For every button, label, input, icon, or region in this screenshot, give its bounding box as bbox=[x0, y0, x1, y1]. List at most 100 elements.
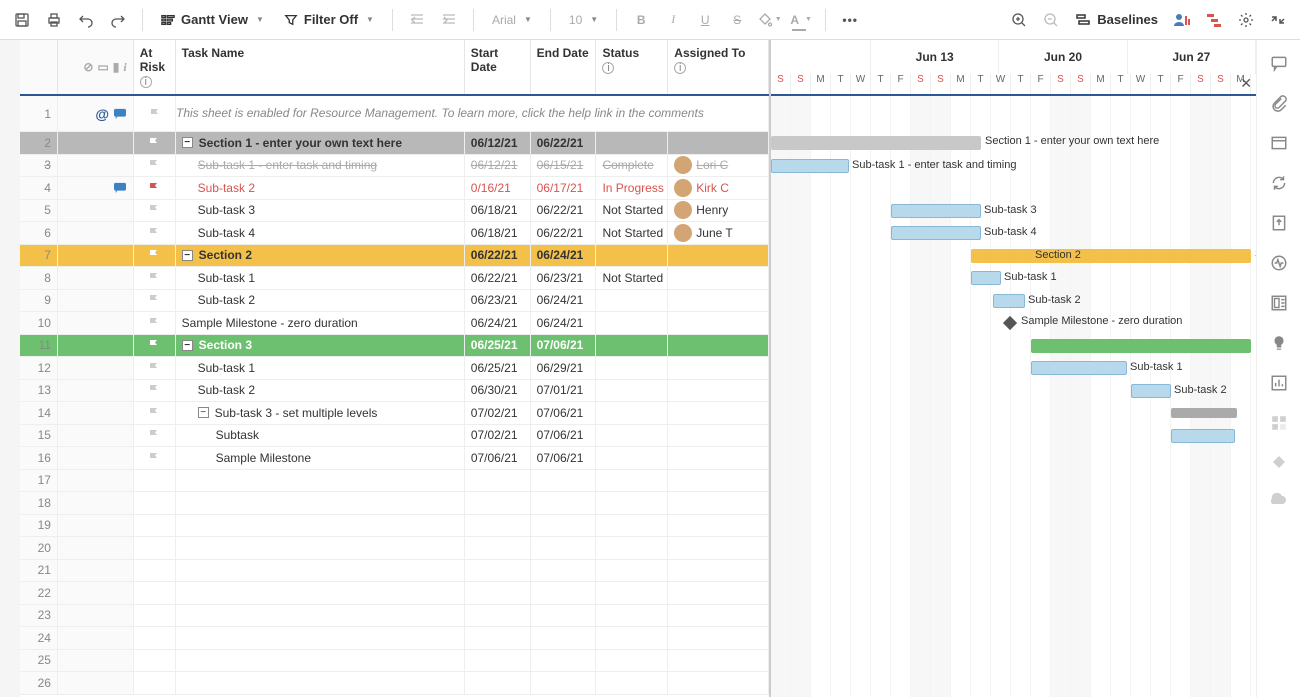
assign-cell[interactable] bbox=[668, 335, 769, 357]
end-cell[interactable]: 07/06/21 bbox=[531, 402, 597, 424]
startdate-header[interactable]: Start Date bbox=[465, 40, 531, 94]
row-number[interactable]: 11 bbox=[20, 335, 58, 357]
gantt-bar[interactable]: Section 2 bbox=[971, 249, 1251, 263]
assign-cell[interactable]: Henry bbox=[668, 200, 769, 222]
risk-flag-icon[interactable] bbox=[134, 96, 176, 131]
collapse-toggle-icon[interactable]: − bbox=[198, 407, 209, 418]
row-number[interactable]: 21 bbox=[20, 560, 58, 582]
task-cell[interactable] bbox=[176, 515, 465, 537]
view-dropdown[interactable]: Gantt View▼ bbox=[153, 6, 272, 34]
table-row[interactable]: 12Sub-task 106/25/2106/29/21 bbox=[20, 357, 769, 380]
end-cell[interactable]: 06/23/21 bbox=[531, 267, 597, 289]
row-number[interactable]: 6 bbox=[20, 222, 58, 244]
text-color-icon[interactable]: A▼ bbox=[787, 6, 815, 34]
assign-cell[interactable] bbox=[668, 312, 769, 334]
start-cell[interactable]: 06/12/21 bbox=[465, 155, 531, 177]
risk-flag-icon[interactable] bbox=[134, 267, 176, 289]
end-cell[interactable]: 07/06/21 bbox=[531, 447, 597, 469]
gantt-bar[interactable]: Section 1 - enter your own text here bbox=[771, 136, 981, 150]
assign-cell[interactable]: Lori C bbox=[668, 155, 769, 177]
task-cell[interactable]: Sub-task 2 bbox=[176, 177, 465, 199]
end-cell[interactable]: 07/06/21 bbox=[531, 425, 597, 447]
start-cell[interactable]: 06/22/21 bbox=[465, 245, 531, 267]
gantt-bar[interactable]: Sub-task 1 - enter task and timing bbox=[771, 159, 849, 173]
end-cell[interactable]: 06/22/21 bbox=[531, 132, 597, 154]
start-cell[interactable]: 07/02/21 bbox=[465, 402, 531, 424]
table-row[interactable]: 13Sub-task 206/30/2107/01/21 bbox=[20, 380, 769, 403]
table-row[interactable]: 2−Section 1 - enter your own text here06… bbox=[20, 132, 769, 155]
status-cell[interactable]: In Progress bbox=[596, 177, 668, 199]
row-number[interactable]: 4 bbox=[20, 177, 58, 199]
row-number[interactable]: 25 bbox=[20, 650, 58, 672]
task-cell[interactable]: −Section 2 bbox=[176, 245, 465, 267]
risk-flag-icon[interactable] bbox=[134, 537, 176, 559]
risk-flag-icon[interactable] bbox=[134, 290, 176, 312]
baselines-button[interactable]: Baselines bbox=[1069, 12, 1164, 28]
table-row[interactable]: 7−Section 206/22/2106/24/21 bbox=[20, 245, 769, 268]
status-cell[interactable]: Complete bbox=[596, 155, 668, 177]
task-cell[interactable] bbox=[176, 627, 465, 649]
task-cell[interactable] bbox=[176, 582, 465, 604]
atrisk-header[interactable]: At Riski bbox=[134, 40, 176, 94]
risk-flag-icon[interactable] bbox=[134, 425, 176, 447]
risk-flag-icon[interactable] bbox=[134, 627, 176, 649]
risk-flag-icon[interactable] bbox=[134, 492, 176, 514]
assign-cell[interactable] bbox=[668, 245, 769, 267]
row-number[interactable]: 24 bbox=[20, 627, 58, 649]
gantt-bar[interactable]: Sub-task 4 bbox=[891, 226, 981, 240]
conversations-icon[interactable] bbox=[1270, 54, 1288, 72]
assign-cell[interactable] bbox=[668, 132, 769, 154]
row-number[interactable]: 13 bbox=[20, 380, 58, 402]
task-cell[interactable] bbox=[176, 650, 465, 672]
end-cell[interactable]: 06/22/21 bbox=[531, 222, 597, 244]
underline-icon[interactable]: U bbox=[691, 6, 719, 34]
status-cell[interactable]: Not Started bbox=[596, 222, 668, 244]
assign-cell[interactable] bbox=[668, 425, 769, 447]
table-row[interactable]: 18 bbox=[20, 492, 769, 515]
table-row[interactable]: 20 bbox=[20, 537, 769, 560]
strike-icon[interactable]: S bbox=[723, 6, 751, 34]
comment-icon[interactable] bbox=[113, 182, 127, 194]
status-header[interactable]: Statusi bbox=[596, 40, 668, 94]
task-cell[interactable]: −Section 3 bbox=[176, 335, 465, 357]
row-number[interactable]: 19 bbox=[20, 515, 58, 537]
font-dropdown[interactable]: Arial▼ bbox=[484, 6, 540, 34]
comment-icon[interactable] bbox=[113, 108, 127, 120]
task-cell[interactable]: Sub-task 4 bbox=[176, 222, 465, 244]
task-cell[interactable] bbox=[176, 537, 465, 559]
table-row[interactable]: 4Sub-task 20/16/2106/17/21In ProgressKir… bbox=[20, 177, 769, 200]
collapse-toggle-icon[interactable]: − bbox=[182, 137, 193, 148]
assign-cell[interactable]: June T bbox=[668, 222, 769, 244]
start-cell[interactable]: 0/16/21 bbox=[465, 177, 531, 199]
risk-flag-icon[interactable] bbox=[134, 335, 176, 357]
row-number[interactable]: 10 bbox=[20, 312, 58, 334]
task-cell[interactable]: Sub-task 3 bbox=[176, 200, 465, 222]
risk-flag-icon[interactable] bbox=[134, 447, 176, 469]
risk-flag-icon[interactable] bbox=[134, 155, 176, 177]
collapse-toggle-icon[interactable]: − bbox=[182, 340, 193, 351]
risk-flag-icon[interactable] bbox=[134, 402, 176, 424]
risk-flag-icon[interactable] bbox=[134, 245, 176, 267]
bold-icon[interactable]: B bbox=[627, 6, 655, 34]
table-row[interactable]: 24 bbox=[20, 627, 769, 650]
table-row[interactable]: 6 Sub-task 406/18/2106/22/21Not StartedJu… bbox=[20, 222, 769, 245]
status-cell[interactable] bbox=[596, 335, 668, 357]
assign-cell[interactable] bbox=[668, 290, 769, 312]
table-row[interactable]: 14−Sub-task 3 - set multiple levels07/02… bbox=[20, 402, 769, 425]
row-number[interactable]: 17 bbox=[20, 470, 58, 492]
table-row[interactable]: 23 bbox=[20, 605, 769, 628]
outdent-icon[interactable] bbox=[403, 6, 431, 34]
table-row[interactable]: 17 bbox=[20, 470, 769, 493]
start-cell[interactable]: 06/18/21 bbox=[465, 222, 531, 244]
start-cell[interactable]: 06/22/21 bbox=[465, 267, 531, 289]
indent-icon[interactable] bbox=[435, 6, 463, 34]
status-cell[interactable] bbox=[596, 425, 668, 447]
undo-icon[interactable] bbox=[72, 6, 100, 34]
row-number[interactable]: 1 bbox=[20, 96, 58, 131]
risk-flag-icon[interactable] bbox=[134, 470, 176, 492]
fill-color-icon[interactable]: ▼ bbox=[755, 6, 783, 34]
fontsize-dropdown[interactable]: 10▼ bbox=[561, 6, 606, 34]
gantt-bar[interactable]: Sub-task 3 bbox=[891, 204, 981, 218]
update-requests-icon[interactable] bbox=[1270, 174, 1288, 192]
print-icon[interactable] bbox=[40, 6, 68, 34]
